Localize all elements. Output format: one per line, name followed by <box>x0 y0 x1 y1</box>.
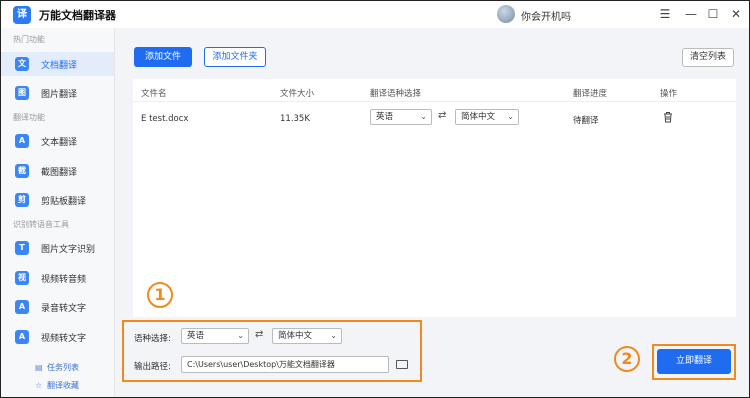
sidebar-item-label: 视频转文字 <box>41 334 87 344</box>
sidebar-item-label: 录音转文字 <box>41 304 87 314</box>
star-icon: ☆ <box>35 381 43 390</box>
column-header-actions: 操作 <box>660 89 678 99</box>
annotation-number-one: 1 <box>147 282 173 308</box>
file-size: 11.35K <box>280 114 310 124</box>
favorites-link[interactable]: ☆ 翻译收藏 <box>35 380 79 391</box>
source-language-select[interactable]: 英语 ⌄ <box>181 328 249 344</box>
language-label: 语种选择: <box>134 334 171 344</box>
sidebar: 热门功能 文 文档翻译 图 图片翻译 翻译功能 A 文本翻译 截 截图翻译 剪 … <box>1 28 115 397</box>
sidebar-item-clipboard-translate[interactable]: 剪 剪贴板翻译 <box>1 188 114 212</box>
column-header-size: 文件大小 <box>280 89 315 99</box>
section-title-hot: 热门功能 <box>13 35 45 44</box>
sidebar-item-label: 图片文字识别 <box>41 245 96 255</box>
sidebar-item-audio-to-text[interactable]: A 录音转文字 <box>1 295 114 319</box>
row-target-language-select[interactable]: 简体中文 ⌄ <box>455 109 519 125</box>
username[interactable]: 你会开机吗 <box>521 8 571 23</box>
sidebar-item-text-translate[interactable]: A 文本翻译 <box>1 129 114 153</box>
list-icon: ▤ <box>35 363 43 372</box>
clipboard-icon: 剪 <box>15 193 29 207</box>
image-icon: 图 <box>15 86 29 100</box>
sidebar-item-label: 文本翻译 <box>41 138 78 148</box>
sidebar-item-label: 截图翻译 <box>41 168 78 178</box>
chevron-down-icon: ⌄ <box>330 331 337 340</box>
column-header-language: 翻译语种选择 <box>370 89 422 99</box>
title-bar: 译 万能文档翻译器 你会开机吗 ☰ — ☐ ✕ <box>1 1 749 28</box>
add-file-button[interactable]: 添加文件 <box>134 47 192 67</box>
header-divider <box>133 101 736 102</box>
row-target-language-value: 简体中文 <box>461 112 496 122</box>
folder-icon[interactable] <box>396 360 408 369</box>
ocr-icon: T <box>15 241 29 255</box>
chevron-down-icon: ⌄ <box>237 331 244 340</box>
row-source-language-value: 英语 <box>376 112 394 122</box>
sidebar-item-screenshot-translate[interactable]: 截 截图翻译 <box>1 159 114 183</box>
favorites-label: 翻译收藏 <box>47 381 79 390</box>
app-logo: 译 <box>13 6 31 24</box>
chevron-down-icon: ⌄ <box>420 112 427 121</box>
sidebar-item-label: 剪贴板翻译 <box>41 197 87 207</box>
swap-icon[interactable]: ⇄ <box>438 110 446 121</box>
task-list-label: 任务列表 <box>47 363 79 372</box>
column-header-filename: 文件名 <box>141 89 167 99</box>
translate-now-button[interactable]: 立即翻译 <box>657 349 731 374</box>
section-title-ocr-tools: 识别转语音工具 <box>13 220 69 229</box>
section-title-translate: 翻译功能 <box>13 113 45 122</box>
video-icon: 视 <box>15 271 29 285</box>
file-name: E test.docx <box>141 114 189 124</box>
sidebar-item-document-translate[interactable]: 文 文档翻译 <box>1 52 114 76</box>
sidebar-item-label: 图片翻译 <box>41 90 78 100</box>
sidebar-item-video-to-text[interactable]: A 视频转文字 <box>1 325 114 349</box>
app-title: 万能文档翻译器 <box>39 9 116 22</box>
output-path-label: 输出路径: <box>134 362 171 372</box>
sidebar-item-label: 视频转音频 <box>41 275 87 285</box>
clear-list-button[interactable]: 清空列表 <box>682 48 734 67</box>
row-source-language-select[interactable]: 英语 ⌄ <box>370 109 432 125</box>
sidebar-item-label: 文档翻译 <box>41 61 78 71</box>
text-icon: A <box>15 134 29 148</box>
file-table: 文件名 文件大小 翻译语种选择 翻译进度 操作 E test.docx 11.3… <box>133 79 736 317</box>
column-header-progress: 翻译进度 <box>573 89 608 99</box>
maximize-icon[interactable]: ☐ <box>704 5 722 23</box>
minimize-icon[interactable]: — <box>682 5 700 23</box>
translate-progress: 待翻译 <box>573 116 599 126</box>
add-folder-button[interactable]: 添加文件夹 <box>204 47 266 67</box>
annotation-number-two: 2 <box>614 346 640 372</box>
output-path-field[interactable]: C:\Users\user\Desktop\万能文档翻译器 <box>181 356 389 373</box>
sidebar-item-image-translate[interactable]: 图 图片翻译 <box>1 81 114 105</box>
swap-icon[interactable]: ⇄ <box>255 329 263 340</box>
delete-icon[interactable] <box>663 111 673 126</box>
close-icon[interactable]: ✕ <box>727 5 745 23</box>
document-icon: 文 <box>15 57 29 71</box>
output-settings-panel: 语种选择: 英语 ⌄ ⇄ 简体中文 ⌄ 输出路径: C:\Users\user\De… <box>122 320 422 382</box>
menu-icon[interactable]: ☰ <box>656 5 674 23</box>
source-language-value: 英语 <box>187 331 205 341</box>
screenshot-icon: 截 <box>15 164 29 178</box>
sidebar-item-video-to-audio[interactable]: 视 视频转音频 <box>1 266 114 290</box>
target-language-value: 简体中文 <box>278 331 313 341</box>
video-text-icon: A <box>15 330 29 344</box>
chevron-down-icon: ⌄ <box>507 112 514 121</box>
target-language-select[interactable]: 简体中文 ⌄ <box>272 328 342 344</box>
task-list-link[interactable]: ▤ 任务列表 <box>35 362 79 373</box>
user-avatar[interactable] <box>497 5 515 23</box>
sidebar-item-image-ocr[interactable]: T 图片文字识别 <box>1 236 114 260</box>
microphone-icon: A <box>15 300 29 314</box>
